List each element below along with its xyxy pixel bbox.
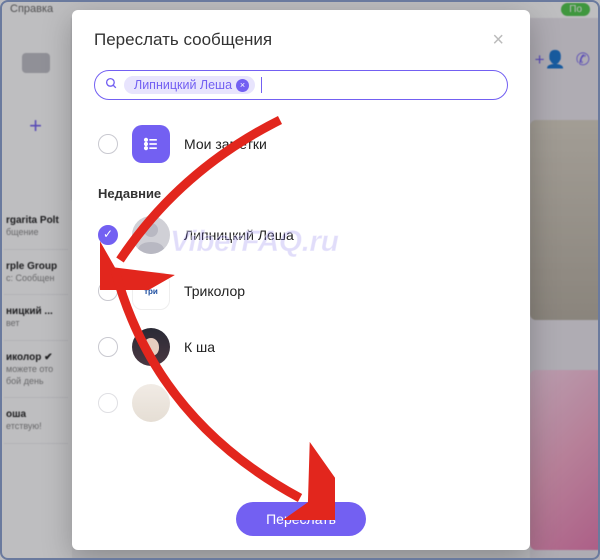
x-icon: × — [240, 80, 245, 90]
radio-unchecked[interactable] — [98, 393, 118, 413]
modal-title: Переслать сообщения — [94, 30, 272, 50]
notes-icon — [132, 125, 170, 163]
radio-unchecked[interactable] — [98, 281, 118, 301]
radio-unchecked[interactable] — [98, 134, 118, 154]
avatar — [132, 384, 170, 422]
my-notes-row[interactable]: Мои заметки — [94, 116, 508, 172]
search-field[interactable]: Липницкий Леша × — [94, 70, 508, 100]
modal-header: Переслать сообщения × — [94, 28, 508, 52]
selected-chip: Липницкий Леша × — [124, 76, 255, 94]
contact-row[interactable]: К ша — [94, 319, 508, 375]
radio-unchecked[interactable] — [98, 337, 118, 357]
chip-remove-button[interactable]: × — [236, 79, 249, 92]
contact-name: Липницкий Леша — [184, 227, 294, 243]
contact-row[interactable] — [94, 375, 508, 431]
avatar: три — [132, 272, 170, 310]
search-input[interactable] — [268, 78, 497, 93]
text-caret — [261, 77, 262, 93]
close-button[interactable]: × — [488, 28, 508, 52]
contact-name: Триколор — [184, 283, 245, 299]
modal-footer: Переслать — [94, 496, 508, 536]
radio-checked[interactable] — [98, 225, 118, 245]
chip-label: Липницкий Леша — [134, 78, 232, 92]
avatar — [132, 328, 170, 366]
forward-button[interactable]: Переслать — [236, 502, 366, 536]
contact-list: Мои заметки Недавние Липницкий Леша три … — [94, 116, 508, 496]
recent-section-label: Недавние — [94, 172, 508, 207]
forward-modal: Переслать сообщения × Липницкий Леша × М… — [72, 10, 530, 550]
contact-row[interactable]: Липницкий Леша — [94, 207, 508, 263]
avatar — [132, 216, 170, 254]
close-icon: × — [492, 29, 504, 51]
contact-name: К ша — [184, 339, 215, 355]
contact-row[interactable]: три Триколор — [94, 263, 508, 319]
search-icon — [105, 77, 118, 93]
contact-name: Мои заметки — [184, 136, 267, 152]
